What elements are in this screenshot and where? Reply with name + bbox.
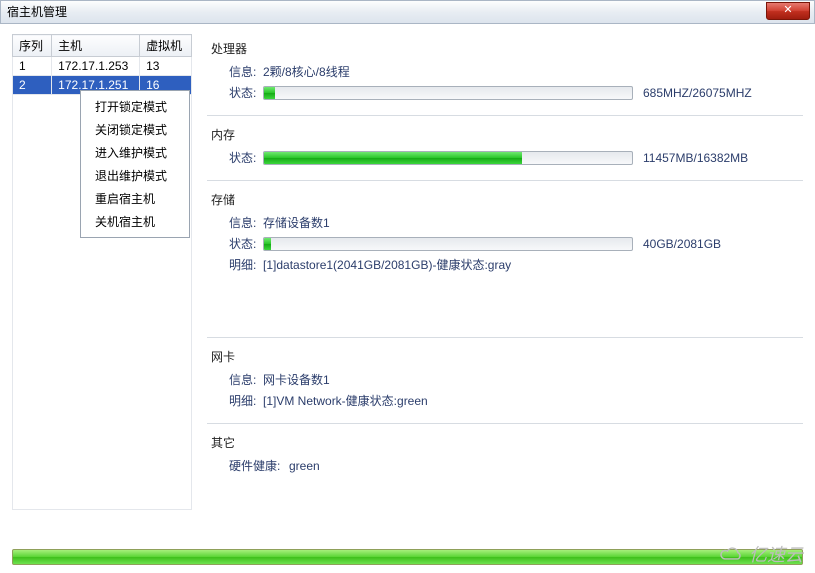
- cpu-info-value: 2颗/8核心/8线程: [263, 63, 350, 80]
- section-memory: 内存 状态: 11457MB/16382MB: [207, 120, 803, 181]
- watermark-text: 亿速云: [749, 541, 803, 567]
- cell-seq: 1: [13, 57, 52, 76]
- menu-item-reboot[interactable]: 重启宿主机: [81, 187, 189, 210]
- nic-detail-value: [1]VM Network-健康状态:green: [263, 392, 428, 409]
- storage-progress-fill: [264, 238, 271, 250]
- col-vm-header[interactable]: 虚拟机: [140, 35, 192, 57]
- cloud-icon: [717, 545, 745, 563]
- section-cpu: 处理器 信息: 2颗/8核心/8线程 状态: 685MHZ/26075MHZ: [207, 34, 803, 116]
- cpu-progress-bar: [263, 86, 633, 100]
- storage-info-row: 信息: 存储设备数1: [229, 214, 799, 231]
- section-title: 其它: [211, 434, 799, 451]
- section-title: 内存: [211, 126, 799, 143]
- detail-label: 明细:: [229, 256, 263, 273]
- nic-info-row: 信息: 网卡设备数1: [229, 371, 799, 388]
- storage-status-text: 40GB/2081GB: [643, 237, 721, 251]
- section-other: 其它 硬件健康: green: [207, 428, 803, 488]
- body-area: 序列 主机 虚拟机 1 172.17.1.253 13 2 172.17.1.2…: [0, 24, 815, 518]
- info-label: 信息:: [229, 214, 263, 231]
- table-header-row: 序列 主机 虚拟机: [13, 35, 192, 57]
- health-label: 硬件健康:: [229, 457, 289, 474]
- health-value: green: [289, 459, 320, 473]
- menu-item-lock-on[interactable]: 打开锁定模式: [81, 95, 189, 118]
- col-host-header[interactable]: 主机: [52, 35, 140, 57]
- menu-item-shutdown[interactable]: 关机宿主机: [81, 210, 189, 233]
- cpu-progress-fill: [264, 87, 275, 99]
- section-title: 网卡: [211, 348, 799, 365]
- table-row[interactable]: 1 172.17.1.253 13: [13, 57, 192, 76]
- cell-host: 172.17.1.253: [52, 57, 140, 76]
- section-title: 存储: [211, 191, 799, 208]
- host-table: 序列 主机 虚拟机 1 172.17.1.253 13 2 172.17.1.2…: [12, 34, 192, 95]
- col-seq-header[interactable]: 序列: [13, 35, 52, 57]
- close-button[interactable]: ✕: [766, 2, 810, 20]
- detail-panel: 处理器 信息: 2颗/8核心/8线程 状态: 685MHZ/26075MHZ 内…: [207, 34, 803, 488]
- mem-status-row: 状态: 11457MB/16382MB: [229, 149, 799, 166]
- context-menu: 打开锁定模式 关闭锁定模式 进入维护模式 退出维护模式 重启宿主机 关机宿主机: [80, 90, 190, 238]
- status-label: 状态:: [229, 235, 263, 252]
- section-title: 处理器: [211, 40, 799, 57]
- watermark: 亿速云: [717, 541, 803, 567]
- mem-progress-bar: [263, 151, 633, 165]
- status-label: 状态:: [229, 84, 263, 101]
- other-health-row: 硬件健康: green: [229, 457, 799, 474]
- section-nic: 网卡 信息: 网卡设备数1 明细: [1]VM Network-健康状态:gre…: [207, 342, 803, 424]
- status-label: 状态:: [229, 149, 263, 166]
- cell-seq: 2: [13, 76, 52, 95]
- storage-info-value: 存储设备数1: [263, 214, 330, 231]
- storage-status-row: 状态: 40GB/2081GB: [229, 235, 799, 252]
- info-label: 信息:: [229, 63, 263, 80]
- menu-item-maint-enter[interactable]: 进入维护模式: [81, 141, 189, 164]
- cpu-status-row: 状态: 685MHZ/26075MHZ: [229, 84, 799, 101]
- cell-vm: 13: [140, 57, 192, 76]
- menu-item-lock-off[interactable]: 关闭锁定模式: [81, 118, 189, 141]
- titlebar: 宿主机管理 ✕: [0, 0, 815, 24]
- storage-progress-bar: [263, 237, 633, 251]
- nic-detail-row: 明细: [1]VM Network-健康状态:green: [229, 392, 799, 409]
- storage-detail-value: [1]datastore1(2041GB/2081GB)-健康状态:gray: [263, 256, 511, 273]
- detail-label: 明细:: [229, 392, 263, 409]
- window-title: 宿主机管理: [7, 5, 67, 19]
- section-storage: 存储 信息: 存储设备数1 状态: 40GB/2081GB 明细: [1]dat…: [207, 185, 803, 338]
- mem-status-text: 11457MB/16382MB: [643, 151, 748, 165]
- nic-info-value: 网卡设备数1: [263, 371, 330, 388]
- cpu-status-text: 685MHZ/26075MHZ: [643, 86, 752, 100]
- info-label: 信息:: [229, 371, 263, 388]
- bottom-progress-bar: [12, 549, 803, 565]
- menu-item-maint-exit[interactable]: 退出维护模式: [81, 164, 189, 187]
- mem-progress-fill: [264, 152, 522, 164]
- storage-detail-row: 明细: [1]datastore1(2041GB/2081GB)-健康状态:gr…: [229, 256, 799, 273]
- cpu-info-row: 信息: 2颗/8核心/8线程: [229, 63, 799, 80]
